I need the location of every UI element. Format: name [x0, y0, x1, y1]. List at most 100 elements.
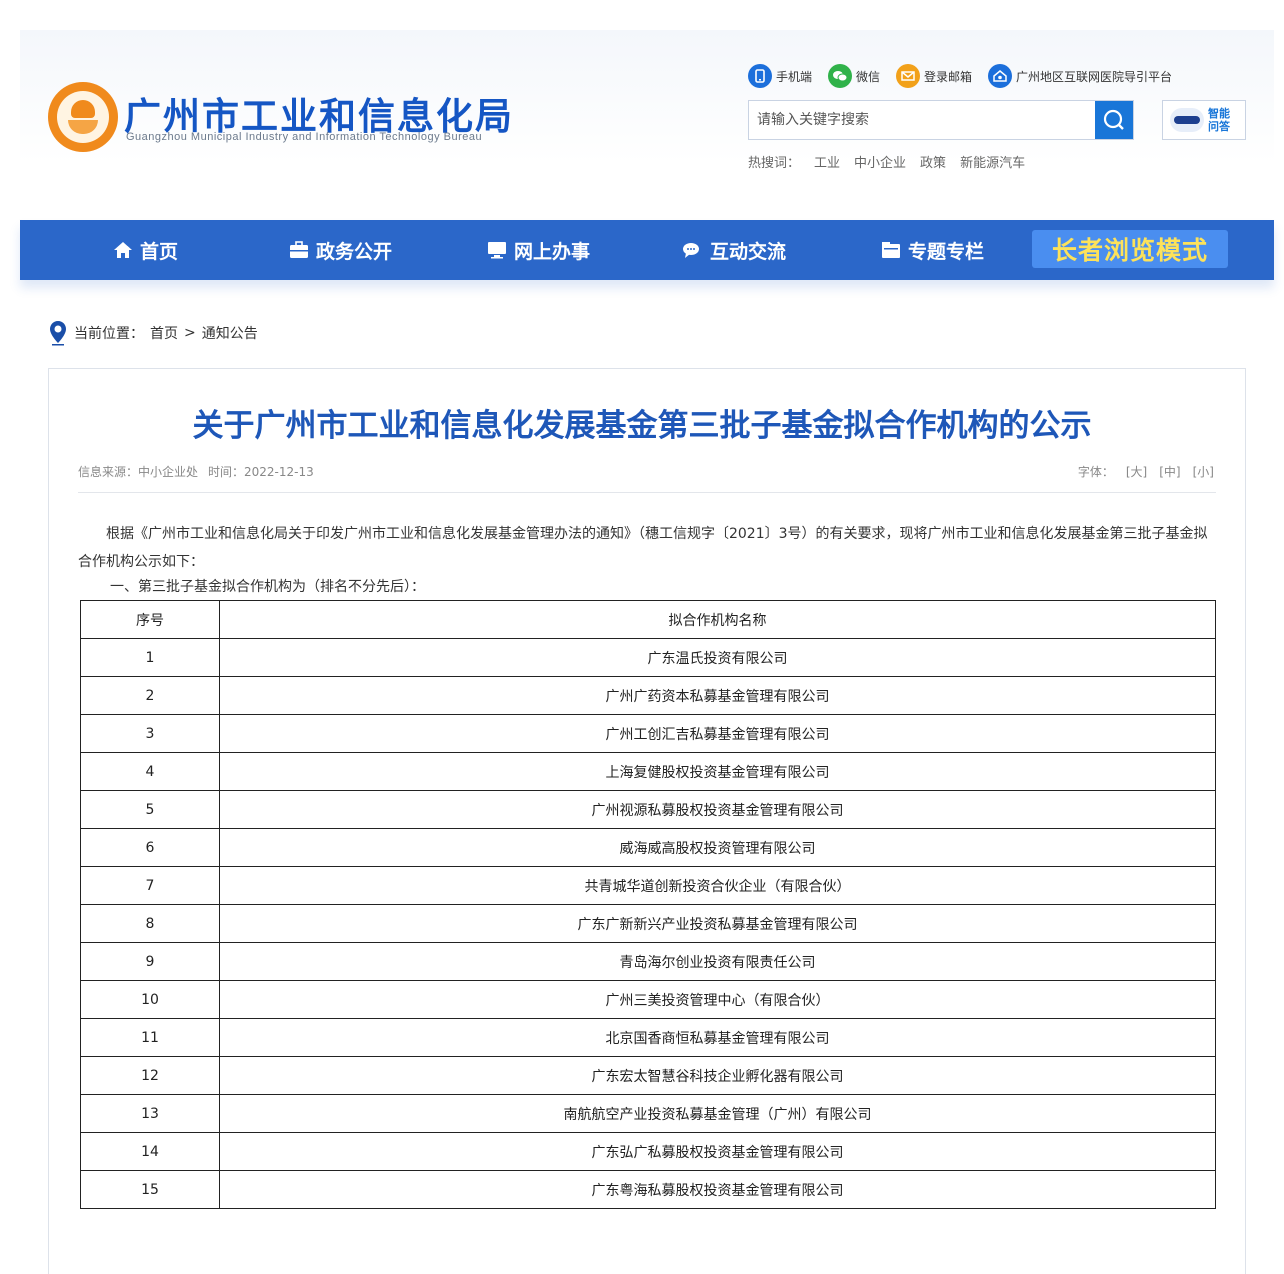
org-name: 广东温氏投资有限公司 [219, 638, 1216, 677]
monitor-icon [486, 240, 508, 260]
row-index: 4 [80, 752, 220, 791]
robot-icon [1170, 108, 1204, 132]
hot-word[interactable]: 新能源汽车 [960, 152, 1025, 171]
table-row: 6 威海威高股权投资管理有限公司 [80, 828, 1216, 867]
smart-qa-label: 智能问答 [1208, 107, 1230, 133]
org-name: 广州广药资本私募基金管理有限公司 [219, 676, 1216, 715]
table-row: 14 广东弘广私募股权投资基金管理有限公司 [80, 1132, 1216, 1171]
font-size-medium[interactable]: [中] [1159, 463, 1180, 480]
font-size-label: 字体： [1077, 465, 1114, 479]
table-row: 9 青岛海尔创业投资有限责任公司 [80, 942, 1216, 981]
hospital-icon [988, 64, 1013, 88]
org-name: 上海复健股权投资基金管理有限公司 [219, 752, 1216, 791]
nav-label: 首页 [140, 240, 179, 263]
location-pin-icon [50, 321, 66, 346]
table-row: 2 广州广药资本私募基金管理有限公司 [80, 676, 1216, 715]
search-box [748, 100, 1134, 140]
nav-label: 互动交流 [710, 240, 787, 263]
hot-words-label: 热搜词： [748, 156, 801, 171]
nav-item-online-service[interactable]: 网上办事 [486, 237, 590, 264]
hot-word[interactable]: 中小企业 [854, 152, 906, 171]
breadcrumb-current[interactable]: 通知公告 [202, 323, 258, 343]
breadcrumb-label: 当前位置： [74, 326, 144, 342]
search-icon [1103, 109, 1124, 130]
nav-item-interaction[interactable]: 互动交流 [682, 237, 786, 264]
top-link-mail[interactable]: 登录邮箱 [896, 64, 972, 88]
row-index: 7 [80, 866, 220, 905]
article-title: 关于广州市工业和信息化发展基金第三批子基金拟合作机构的公示 [192, 408, 1092, 444]
font-size-switcher: 字体： [大] [中] [小] [1078, 463, 1214, 480]
org-name: 北京国香商恒私募基金管理有限公司 [219, 1018, 1216, 1057]
site-logo-icon[interactable] [48, 82, 118, 152]
org-name: 广州视源私募股权投资基金管理有限公司 [219, 790, 1216, 829]
table-row: 12 广东宏太智慧谷科技企业孵化器有限公司 [80, 1056, 1216, 1095]
row-index: 14 [80, 1132, 220, 1171]
org-name: 广东粤海私募股权投资基金管理有限公司 [219, 1170, 1216, 1209]
row-index: 5 [80, 790, 220, 829]
table-header-row: 序号 拟合作机构名称 [80, 600, 1216, 639]
article-intro: 根据《广州市工业和信息化局关于印发广州市工业和信息化发展基金管理办法的通知》（穗… [78, 526, 1208, 570]
row-index: 8 [80, 904, 220, 943]
search-button[interactable] [1095, 101, 1133, 139]
article-meta: 信息来源：中小企业处 时间：2022-12-13 [78, 463, 314, 480]
top-links: 手机端 微信 登录邮箱 广州地区互联网医院导引平台 [748, 64, 1172, 88]
search-input[interactable] [749, 101, 1095, 139]
nav-label: 专题专栏 [908, 240, 985, 263]
table-header: 序号 [80, 600, 220, 639]
table-row: 4 上海复健股权投资基金管理有限公司 [80, 752, 1216, 791]
divider [78, 492, 1216, 493]
row-index: 13 [80, 1094, 220, 1133]
breadcrumb: 当前位置： 首页 > 通知公告 [48, 320, 258, 346]
section-heading: 一、第三批子基金拟合作机构为（排名不分先后）： [110, 579, 425, 595]
org-name: 威海威高股权投资管理有限公司 [219, 828, 1216, 867]
table-row: 1 广东温氏投资有限公司 [80, 638, 1216, 677]
briefcase-icon [288, 240, 310, 260]
hot-word[interactable]: 政策 [920, 152, 946, 171]
main-nav: 首页 政务公开 网上办事 互动交流 专题专栏 长者浏览模式 [20, 220, 1274, 280]
smart-qa-button[interactable]: 智能问答 [1162, 100, 1246, 140]
site-subtitle: Guangzhou Municipal Industry and Informa… [126, 131, 483, 143]
table-row: 13 南航航空产业投资私募基金管理（广州）有限公司 [80, 1094, 1216, 1133]
row-index: 1 [80, 638, 220, 677]
nav-item-gov-affairs[interactable]: 政务公开 [288, 237, 392, 264]
font-size-small[interactable]: [小] [1193, 463, 1214, 480]
mail-icon [896, 64, 921, 88]
top-link-hospital[interactable]: 广州地区互联网医院导引平台 [988, 64, 1172, 88]
elder-mode-button[interactable]: 长者浏览模式 [1032, 230, 1228, 268]
row-index: 12 [80, 1056, 220, 1095]
top-link-label: 登录邮箱 [924, 69, 973, 84]
hot-word[interactable]: 工业 [814, 152, 840, 171]
orgs-table: 序号 拟合作机构名称 1 广东温氏投资有限公司 2 广州广药资本私募基金管理有限公司 3… [80, 600, 1216, 1209]
org-name: 广东宏太智慧谷科技企业孵化器有限公司 [219, 1056, 1216, 1095]
article-source: 信息来源：中小企业处 [78, 465, 199, 479]
breadcrumb-separator: > [184, 325, 196, 341]
breadcrumb-home[interactable]: 首页 [150, 323, 178, 343]
table-row: 5 广州视源私募股权投资基金管理有限公司 [80, 790, 1216, 829]
org-name: 南航航空产业投资私募基金管理（广州）有限公司 [219, 1094, 1216, 1133]
font-size-large[interactable]: [大] [1126, 463, 1147, 480]
org-name: 广州三美投资管理中心（有限合伙） [219, 980, 1216, 1019]
row-index: 6 [80, 828, 220, 867]
folder-icon [880, 240, 902, 260]
table-row: 7 共青城华道创新投资合伙企业（有限合伙） [80, 866, 1216, 905]
wechat-icon [828, 64, 853, 88]
nav-label: 网上办事 [514, 240, 591, 263]
table-row: 11 北京国香商恒私募基金管理有限公司 [80, 1018, 1216, 1057]
top-link-label: 微信 [856, 69, 881, 84]
org-name: 广东广新新兴产业投资私募基金管理有限公司 [219, 904, 1216, 943]
table-row: 8 广东广新新兴产业投资私募基金管理有限公司 [80, 904, 1216, 943]
table-row: 10 广州三美投资管理中心（有限合伙） [80, 980, 1216, 1019]
top-link-wechat[interactable]: 微信 [828, 64, 880, 88]
nav-item-home[interactable]: 首页 [112, 237, 178, 264]
org-name: 广州工创汇吉私募基金管理有限公司 [219, 714, 1216, 753]
row-index: 10 [80, 980, 220, 1019]
org-name: 共青城华道创新投资合伙企业（有限合伙） [219, 866, 1216, 905]
row-index: 15 [80, 1170, 220, 1209]
table-row: 3 广州工创汇吉私募基金管理有限公司 [80, 714, 1216, 753]
top-link-mobile[interactable]: 手机端 [748, 64, 812, 88]
hot-words: 热搜词： 工业 中小企业 政策 新能源汽车 [748, 152, 1025, 171]
nav-item-special-topics[interactable]: 专题专栏 [880, 237, 984, 264]
site-header: 广州市工业和信息化局 Guangzhou Municipal Industry … [20, 30, 1274, 220]
article-time: 时间：2022-12-13 [208, 465, 314, 479]
row-index: 2 [80, 676, 220, 715]
